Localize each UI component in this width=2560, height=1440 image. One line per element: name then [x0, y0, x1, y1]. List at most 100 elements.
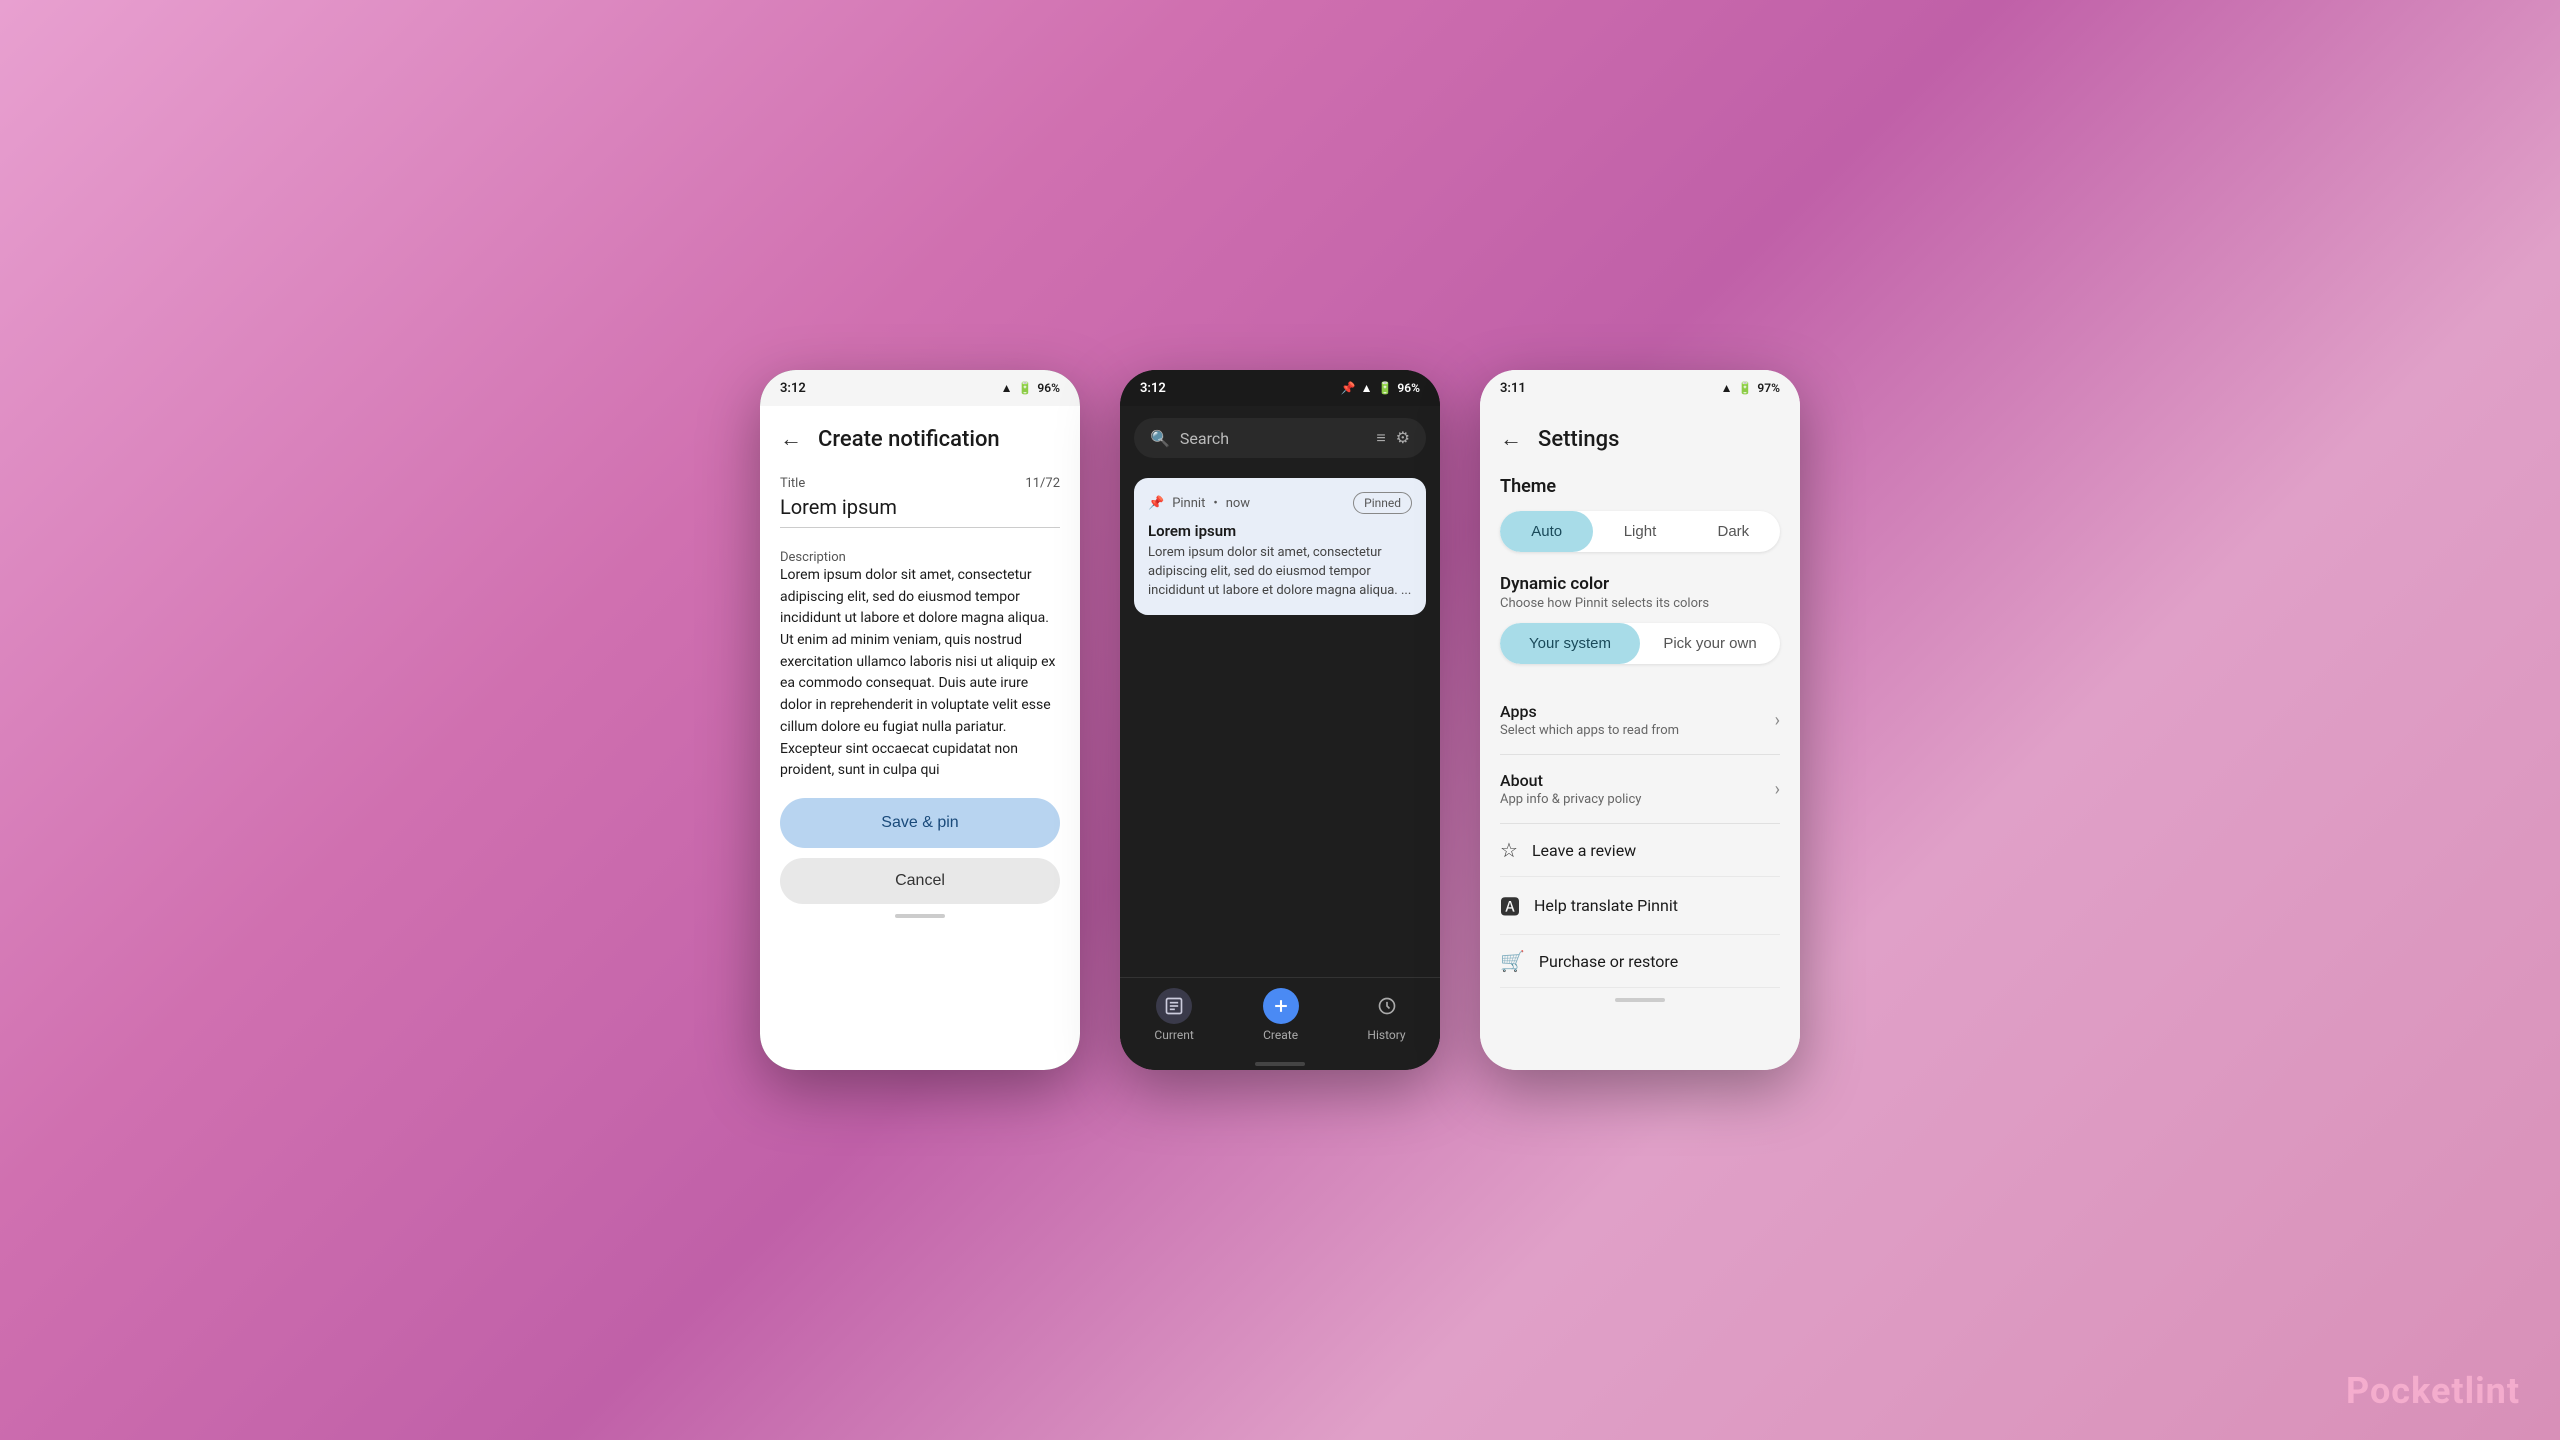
- apps-settings-item[interactable]: Apps Select which apps to read from ›: [1500, 686, 1780, 755]
- wifi-icon-3: ▲: [1721, 381, 1733, 395]
- apps-title: Apps: [1500, 702, 1679, 721]
- phone3-body: ← Settings Theme Auto Light Dark Dynamic…: [1480, 406, 1800, 1070]
- phone2-body: 🔍 Search ≡ ⚙ 📌 Pinnit • now Pinned Lorem…: [1120, 406, 1440, 1070]
- notification-card: 📌 Pinnit • now Pinned Lorem ipsum Lorem …: [1134, 478, 1426, 615]
- title-field: Title 11/72 Lorem ipsum: [780, 476, 1060, 546]
- notif-time: now: [1226, 496, 1250, 511]
- status-time-3: 3:11: [1500, 381, 1526, 396]
- purchase-icon: 🛒: [1500, 949, 1525, 973]
- help-translate-item[interactable]: 🅰 Help translate Pinnit: [1500, 877, 1780, 935]
- leave-review-item[interactable]: ☆ Leave a review: [1500, 824, 1780, 877]
- nav-history[interactable]: History: [1367, 988, 1405, 1042]
- status-icons-1: ▲ 🔋 96%: [1001, 381, 1060, 395]
- title-counter: 11/72: [1025, 476, 1060, 495]
- apps-chevron-icon: ›: [1775, 710, 1780, 731]
- about-item-text: About App info & privacy policy: [1500, 771, 1641, 807]
- notif-title: Lorem ipsum: [1148, 522, 1412, 540]
- theme-section-title: Theme: [1500, 476, 1780, 497]
- create-nav-label: Create: [1263, 1028, 1298, 1042]
- description-value[interactable]: Lorem ipsum dolor sit amet, consectetur …: [780, 565, 1060, 782]
- status-bar-2: 3:12 📌 ▲ 🔋 96%: [1120, 370, 1440, 406]
- history-nav-icon: [1369, 988, 1405, 1024]
- help-translate-label: Help translate Pinnit: [1534, 896, 1678, 915]
- bottom-nav: Current Create History: [1120, 977, 1440, 1056]
- save-pin-button[interactable]: Save & pin: [780, 798, 1060, 848]
- theme-section: Theme Auto Light Dark: [1500, 476, 1780, 574]
- phone1-header: ← Create notification: [780, 426, 1060, 452]
- notif-body: Lorem ipsum dolor sit amet, consectetur …: [1148, 544, 1412, 601]
- phone2-content: [1120, 623, 1440, 977]
- home-indicator-1: [895, 914, 945, 918]
- notif-app-info: 📌 Pinnit • now: [1148, 496, 1250, 511]
- history-nav-label: History: [1367, 1028, 1405, 1042]
- your-system-btn[interactable]: Your system: [1500, 623, 1640, 664]
- current-nav-icon: [1156, 988, 1192, 1024]
- status-time-2: 3:12: [1140, 381, 1166, 396]
- nav-create[interactable]: Create: [1263, 988, 1299, 1042]
- battery-icon-3: 🔋: [1737, 381, 1752, 395]
- theme-light-btn[interactable]: Light: [1593, 511, 1686, 552]
- description-label: Description: [780, 550, 846, 565]
- back-button-1[interactable]: ←: [780, 426, 802, 452]
- dynamic-color-subtitle: Choose how Pinnit selects its colors: [1500, 596, 1780, 611]
- notif-app-name: Pinnit: [1172, 496, 1205, 511]
- search-bar[interactable]: 🔍 Search ≡ ⚙: [1134, 418, 1426, 458]
- purchase-item[interactable]: 🛒 Purchase or restore: [1500, 935, 1780, 988]
- search-placeholder[interactable]: Search: [1180, 429, 1366, 448]
- current-nav-label: Current: [1154, 1028, 1193, 1042]
- filter-icon[interactable]: ≡: [1376, 428, 1385, 448]
- theme-dark-btn[interactable]: Dark: [1687, 511, 1780, 552]
- watermark-text1: Pocket: [2346, 1370, 2465, 1412]
- notif-pin-icon: 📌: [1148, 496, 1164, 511]
- notif-dot: •: [1213, 496, 1217, 511]
- settings-icon[interactable]: ⚙: [1396, 428, 1410, 448]
- back-button-3[interactable]: ←: [1500, 426, 1522, 452]
- status-icons-3: ▲ 🔋 97%: [1721, 381, 1780, 395]
- pick-your-own-btn[interactable]: Pick your own: [1640, 623, 1780, 664]
- translate-icon: 🅰: [1500, 891, 1520, 920]
- battery-pct-2: 96%: [1397, 381, 1420, 395]
- nav-current[interactable]: Current: [1154, 988, 1193, 1042]
- notif-header: 📌 Pinnit • now Pinned: [1148, 492, 1412, 514]
- apps-subtitle: Select which apps to read from: [1500, 723, 1679, 738]
- color-toggle: Your system Pick your own: [1500, 623, 1780, 664]
- wifi-icon-1: ▲: [1001, 381, 1013, 395]
- search-action-icons: ≡ ⚙: [1376, 428, 1410, 448]
- apps-item-text: Apps Select which apps to read from: [1500, 702, 1679, 738]
- title-value[interactable]: Lorem ipsum: [780, 495, 1060, 528]
- search-icon: 🔍: [1150, 429, 1170, 448]
- theme-auto-btn[interactable]: Auto: [1500, 511, 1593, 552]
- settings-title: Settings: [1538, 427, 1619, 452]
- pinned-badge: Pinned: [1353, 492, 1412, 514]
- home-indicator-2: [1255, 1062, 1305, 1066]
- phone-2: 3:12 📌 ▲ 🔋 96% 🔍 Search ≡ ⚙ 📌 Pinnit • n…: [1120, 370, 1440, 1070]
- leave-review-label: Leave a review: [1532, 841, 1636, 860]
- description-field: Description Lorem ipsum dolor sit amet, …: [780, 546, 1060, 782]
- title-label: Title: [780, 476, 805, 491]
- dynamic-color-section: Dynamic color Choose how Pinnit selects …: [1500, 574, 1780, 664]
- create-notification-title: Create notification: [818, 427, 1000, 452]
- phone3-header: ← Settings: [1500, 426, 1780, 452]
- about-chevron-icon: ›: [1775, 779, 1780, 800]
- status-icons-2: 📌 ▲ 🔋 96%: [1341, 381, 1420, 395]
- about-subtitle: App info & privacy policy: [1500, 792, 1641, 807]
- theme-toggle: Auto Light Dark: [1500, 511, 1780, 552]
- create-nav-icon: [1263, 988, 1299, 1024]
- cancel-button[interactable]: Cancel: [780, 858, 1060, 904]
- status-bar-3: 3:11 ▲ 🔋 97%: [1480, 370, 1800, 406]
- battery-pct-1: 96%: [1037, 381, 1060, 395]
- star-icon: ☆: [1500, 838, 1518, 862]
- watermark-text2: lint: [2465, 1370, 2520, 1412]
- about-title: About: [1500, 771, 1641, 790]
- home-indicator-3: [1615, 998, 1665, 1002]
- purchase-label: Purchase or restore: [1539, 952, 1678, 971]
- dynamic-color-title: Dynamic color: [1500, 574, 1780, 594]
- phone1-body: ← Create notification Title 11/72 Lorem …: [760, 406, 1080, 1070]
- battery-icon-2: 🔋: [1377, 381, 1392, 395]
- status-time-1: 3:12: [780, 381, 806, 396]
- battery-icon-1: 🔋: [1017, 381, 1032, 395]
- pin-indicator: 📌: [1341, 381, 1356, 395]
- status-bar-1: 3:12 ▲ 🔋 96%: [760, 370, 1080, 406]
- about-settings-item[interactable]: About App info & privacy policy ›: [1500, 755, 1780, 824]
- battery-pct-3: 97%: [1757, 381, 1780, 395]
